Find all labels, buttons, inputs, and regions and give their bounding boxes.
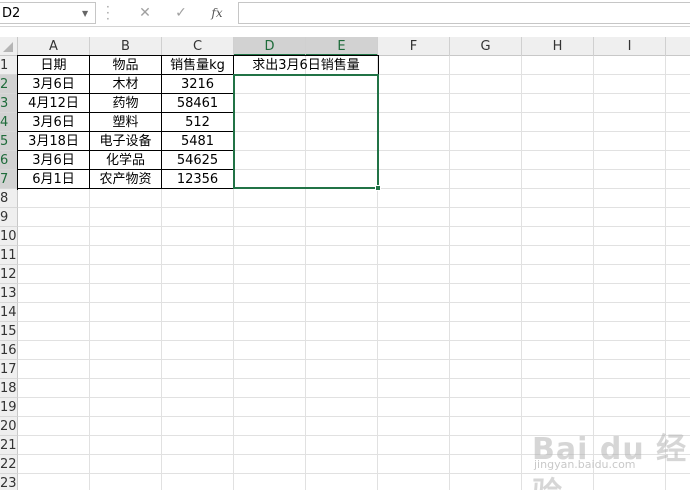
cell-c2[interactable]: 3216	[162, 75, 234, 94]
select-all-icon	[3, 42, 13, 52]
column-header-e[interactable]: E	[306, 37, 378, 56]
row-header-6[interactable]: 6	[0, 151, 18, 170]
cell-a3[interactable]: 4月12日	[18, 94, 90, 113]
row-header-19[interactable]: 19	[0, 398, 18, 417]
cell-b6[interactable]: 化学品	[90, 151, 162, 170]
gridline	[18, 245, 690, 246]
cell-b3[interactable]: 药物	[90, 94, 162, 113]
column-header-f[interactable]: F	[378, 37, 450, 56]
column-header-h[interactable]: H	[522, 37, 594, 56]
formula-input[interactable]	[238, 2, 690, 24]
row-header-13[interactable]: 13	[0, 284, 18, 303]
cell-a5[interactable]: 3月18日	[18, 132, 90, 151]
gridline	[18, 283, 690, 284]
row-header-17[interactable]: 17	[0, 360, 18, 379]
cell-a4[interactable]: 3月6日	[18, 113, 90, 132]
name-box[interactable]: D2 ▼	[0, 2, 96, 24]
cell-c5[interactable]: 5481	[162, 132, 234, 151]
gridline	[521, 56, 522, 490]
gridline	[18, 226, 690, 227]
insert-function-button[interactable]: fx	[206, 4, 228, 22]
gridline	[18, 454, 690, 455]
gridline	[18, 416, 690, 417]
row-header-16[interactable]: 16	[0, 341, 18, 360]
gridline	[18, 264, 690, 265]
row-header-18[interactable]: 18	[0, 379, 18, 398]
cell-a6[interactable]: 3月6日	[18, 151, 90, 170]
row-header-2[interactable]: 2	[0, 75, 18, 94]
row-header-7[interactable]: 7	[0, 170, 18, 189]
cell-b1[interactable]: 物品	[90, 56, 162, 75]
gridline	[18, 207, 690, 208]
row-header-5[interactable]: 5	[0, 132, 18, 151]
gridline	[18, 340, 690, 341]
chevron-down-icon[interactable]: ▼	[82, 9, 88, 18]
column-header-g[interactable]: G	[450, 37, 522, 56]
column-header-a[interactable]: A	[18, 37, 90, 56]
enter-button[interactable]: ✓	[170, 4, 192, 22]
cell-a7[interactable]: 6月1日	[18, 170, 90, 189]
cell-b2[interactable]: 木材	[90, 75, 162, 94]
gridline	[18, 378, 690, 379]
formula-bar: D2 ▼ · · · ✕ ✓ fx	[0, 0, 690, 27]
row-header-14[interactable]: 14	[0, 303, 18, 322]
row-header-23[interactable]: 23	[0, 474, 18, 490]
cell-c4[interactable]: 512	[162, 113, 234, 132]
gridline	[665, 56, 666, 490]
select-all-button[interactable]	[0, 37, 18, 56]
gridline	[18, 302, 690, 303]
cell-c7[interactable]: 12356	[162, 170, 234, 189]
row-header-3[interactable]: 3	[0, 94, 18, 113]
gridline	[593, 56, 594, 490]
cell-a1[interactable]: 日期	[18, 56, 90, 75]
gridline	[18, 473, 690, 474]
column-header-d[interactable]: D	[234, 37, 306, 56]
cancel-button[interactable]: ✕	[134, 4, 156, 22]
row-header-12[interactable]: 12	[0, 265, 18, 284]
gridline	[18, 435, 690, 436]
cell-d1[interactable]: 求出3月6日销售量	[234, 56, 379, 75]
cell-c6[interactable]: 54625	[162, 151, 234, 170]
cell-a2[interactable]: 3月6日	[18, 75, 90, 94]
gridline	[18, 397, 690, 398]
column-header-b[interactable]: B	[90, 37, 162, 56]
row-header-1[interactable]: 1	[0, 56, 18, 75]
row-header-20[interactable]: 20	[0, 417, 18, 436]
cell-b5[interactable]: 电子设备	[90, 132, 162, 151]
column-header-i[interactable]: I	[594, 37, 666, 56]
row-header-4[interactable]: 4	[0, 113, 18, 132]
column-header-bar: A B C D E F G H I	[0, 37, 690, 56]
cell-c1[interactable]: 销售量kg	[162, 56, 234, 75]
name-box-value[interactable]: D2	[2, 6, 20, 21]
cell-b4[interactable]: 塑料	[90, 113, 162, 132]
gridline	[449, 56, 450, 490]
cell-c3[interactable]: 58461	[162, 94, 234, 113]
row-header-8[interactable]: 8	[0, 189, 18, 208]
gridline	[18, 321, 690, 322]
row-header-22[interactable]: 22	[0, 455, 18, 474]
more-options-icon: · · ·	[106, 0, 110, 26]
cell-b7[interactable]: 农产物资	[90, 170, 162, 189]
row-header-21[interactable]: 21	[0, 436, 18, 455]
row-header-10[interactable]: 10	[0, 227, 18, 246]
column-header-c[interactable]: C	[162, 37, 234, 56]
gridline	[18, 359, 690, 360]
row-header-11[interactable]: 11	[0, 246, 18, 265]
row-header-9[interactable]: 9	[0, 208, 18, 227]
row-header-15[interactable]: 15	[0, 322, 18, 341]
